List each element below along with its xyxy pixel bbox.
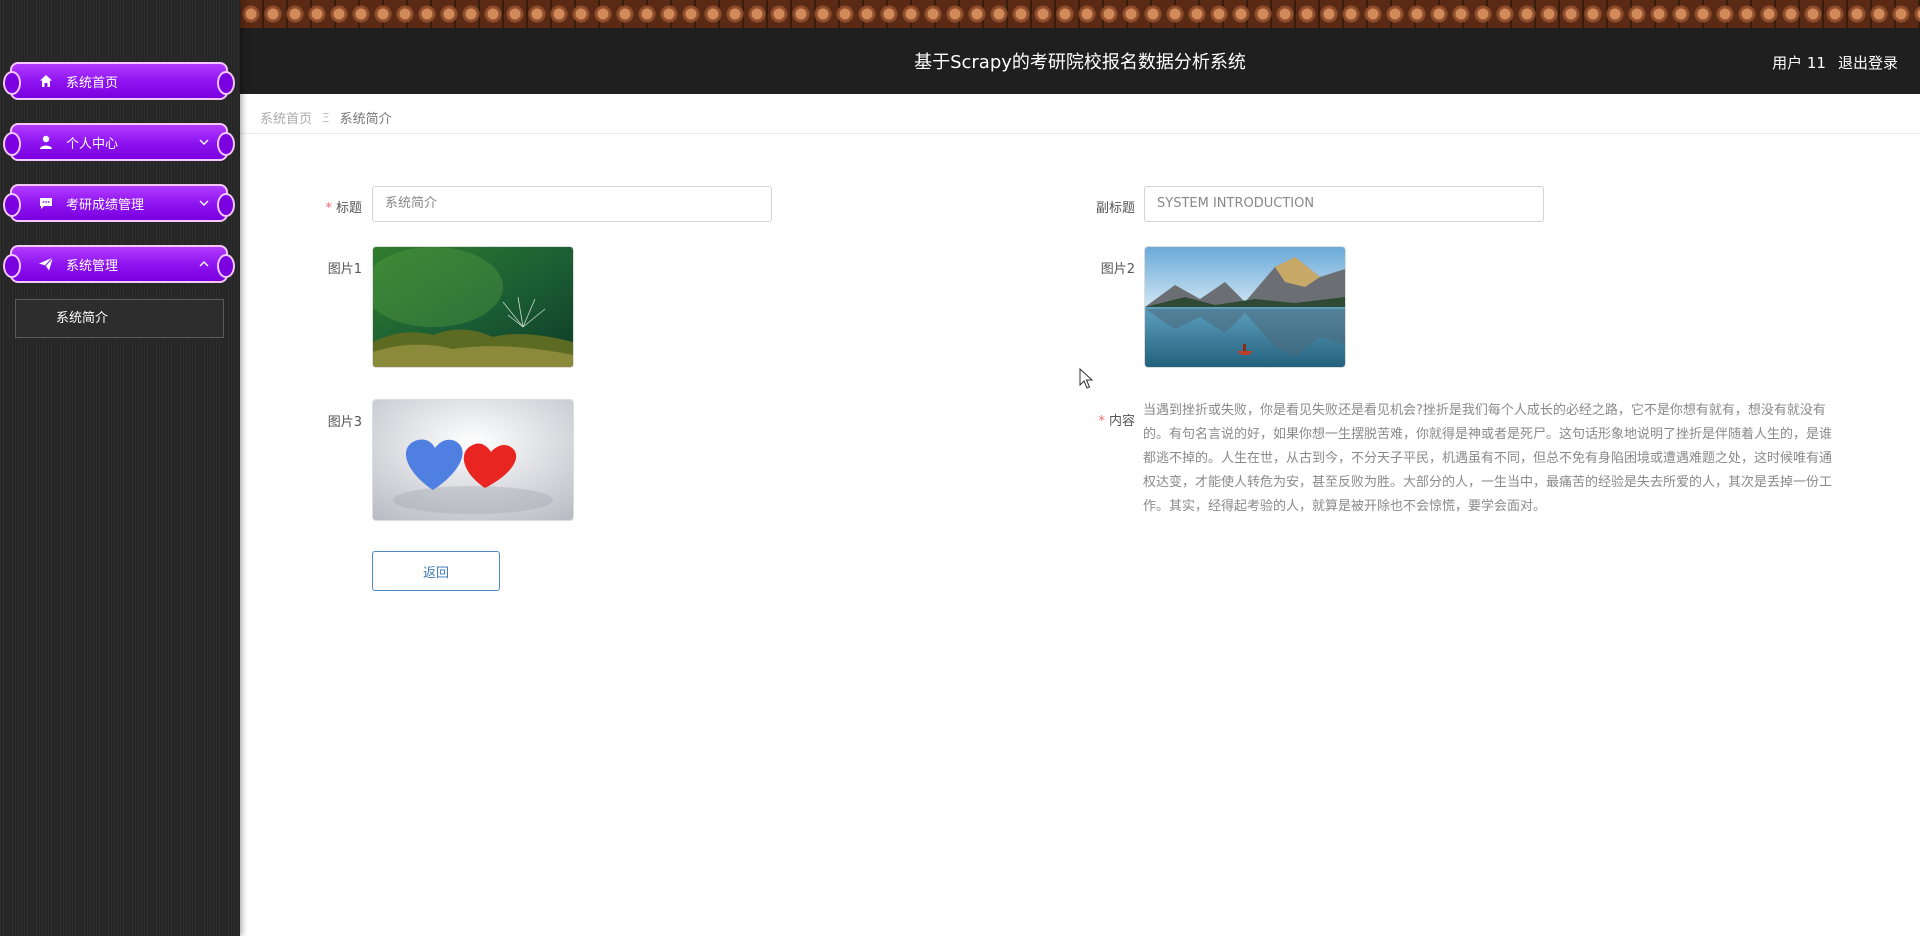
title-label: * 标题 (300, 197, 362, 216)
mouse-cursor-icon (1079, 367, 1094, 394)
sidebar-item-score-management[interactable]: 考研成绩管理 (3, 184, 235, 222)
chevron-up-icon (198, 258, 210, 270)
user-icon (38, 134, 54, 150)
home-icon (38, 73, 54, 89)
chat-icon (38, 195, 54, 211)
subtitle-input[interactable]: SYSTEM INTRODUCTION (1144, 186, 1544, 222)
breadcrumb: 系统首页 Ξ 系统简介 (260, 108, 392, 128)
breadcrumb-separator: Ξ (322, 110, 330, 125)
send-icon (38, 256, 54, 272)
content-label-text: 内容 (1108, 414, 1135, 429)
chevron-down-icon (198, 197, 210, 209)
breadcrumb-home[interactable]: 系统首页 (260, 108, 312, 127)
sidebar-item-personal-center[interactable]: 个人中心 (3, 123, 235, 161)
image-1-moss[interactable] (372, 246, 574, 368)
pic1-label: 图片1 (327, 262, 362, 277)
sidebar-item-label: 个人中心 (66, 136, 119, 152)
required-mark: * (325, 201, 332, 216)
pic3-label: 图片3 (327, 415, 362, 430)
chevron-down-icon (198, 136, 210, 148)
required-mark: * (1098, 414, 1105, 429)
content-text: 当遇到挫折或失败，你是看见失败还是看见机会?挫折是我们每个人成长的必经之路，它不… (1143, 403, 1833, 514)
sidebar: 系统首页 个人中心 考研成绩管理 系统管理 系统简介 (0, 0, 240, 936)
sidebar-item-system-management[interactable]: 系统管理 (3, 245, 235, 283)
sidebar-item-label: 系统管理 (66, 258, 119, 274)
image-3-hearts[interactable] (372, 399, 574, 521)
decorative-border (240, 0, 1920, 28)
breadcrumb-current: 系统简介 (339, 112, 392, 127)
sidebar-item-label: 系统首页 (66, 75, 119, 91)
logout-link[interactable]: 退出登录 (1838, 52, 1898, 73)
image-2-mountain-lake[interactable] (1144, 246, 1346, 368)
header: 基于Scrapy的考研院校报名数据分析系统 用户 11 退出登录 (240, 0, 1920, 94)
title-label-text: 标题 (335, 201, 362, 216)
content-label: * 内容 (1080, 410, 1135, 429)
pic2-label: 图片2 (1100, 262, 1135, 277)
sidebar-item-home[interactable]: 系统首页 (3, 62, 235, 100)
divider (240, 133, 1920, 134)
sidebar-item-label: 考研成绩管理 (66, 197, 145, 213)
page-title: 基于Scrapy的考研院校报名数据分析系统 (914, 52, 1246, 73)
title-input[interactable]: 系统简介 (372, 186, 772, 222)
subtitle-label: 副标题 (1095, 201, 1135, 216)
username: 用户 11 (1772, 54, 1826, 72)
back-button[interactable]: 返回 (372, 551, 500, 591)
user-area: 用户 11 退出登录 (1772, 52, 1898, 73)
submenu-item-system-intro[interactable]: 系统简介 (15, 299, 224, 338)
